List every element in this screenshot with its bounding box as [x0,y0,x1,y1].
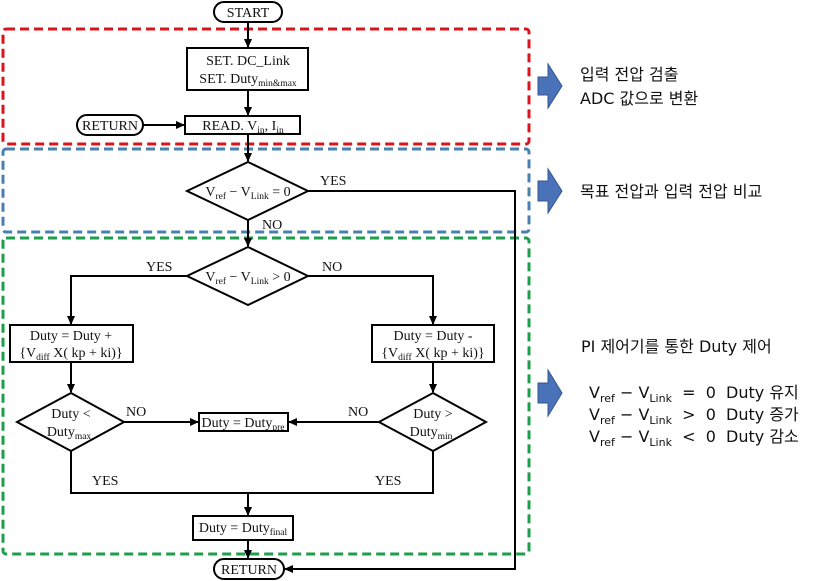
decision-min-no-label: NO [348,405,368,420]
row-text: − V [615,427,650,446]
start-label: START [227,6,270,21]
decrease-line1: Duty = Duty - [393,329,472,344]
row-text: − V [615,383,650,402]
tail: = 0 [269,185,291,200]
row-text: V [589,383,600,402]
duty-final-box: Duty = Dutyfinal [192,515,294,541]
set-duty-sub: min&max [258,79,297,89]
row-text: > 0 [672,405,716,424]
part-a: {V [381,346,398,361]
set-dc-link-label: SET. DC_Link [206,54,290,69]
v: V [205,185,215,200]
subscript: ref [600,436,616,449]
start-terminal: START [213,1,283,23]
read-main: READ. V [202,119,257,134]
read-mid: , I [265,119,277,134]
row-text: Duty 유지 [716,383,799,402]
duty-increase-box: Duty = Duty + {Vdiff X( kp + ki)} [9,324,134,363]
main: Duty = Duty [201,416,272,431]
subscript: Link [649,436,672,449]
part-a: {V [19,346,36,361]
increase-line1: Duty = Duty + [30,329,112,344]
sub-max: max [75,432,92,442]
connector-no-right [308,275,437,325]
decision-greater-no-label: NO [322,260,342,275]
increase-line2: {Vdiff X( kp + ki)} [19,346,122,363]
decision-duty-min: Duty > Dutymin [376,391,489,453]
connector-yes-left [67,275,187,325]
annotation-input-detection: 입력 전압 검출 ADC 값으로 변환 [580,65,698,108]
set-process-box: SET. DC_Link SET. Dutymin&max [186,47,309,91]
row-text: = 0 [672,383,716,402]
decision-max-yes-label: YES [92,474,118,489]
control-title: PI 제어기를 통한 Duty 제어 [581,337,772,356]
subscript: ref [600,392,616,405]
part-b: X( kp + ki)} [412,346,485,361]
duty-decrease-box: Duty = Duty - {Vdiff X( kp + ki)} [371,324,495,363]
row-text: − V [615,405,650,424]
control-condition-row: Vref − VLink < 0 Duty 감소 [589,427,799,449]
input-line1: 입력 전압 검출 [580,65,679,84]
subscript: Link [649,414,672,427]
annotation-voltage-compare: 목표 전압과 입력 전압 비교 [580,182,762,201]
sub-link: Link [251,192,269,202]
decision-duty-max: Duty < Dutymax [14,391,127,453]
annotation-duty-control: PI 제어기를 통한 Duty 제어 Vref − VLink = 0 Duty… [581,337,799,449]
read-sub-iin: in [276,126,284,136]
arrow-right-icon [537,368,563,418]
sub-diff: diff [398,352,412,363]
row-text: Duty 증가 [716,405,799,424]
return-left-label: RETURN [82,119,138,134]
decision-greater-yes-label: YES [146,260,172,275]
min-line1: Duty > [413,407,453,422]
decrease-line2: {Vdiff X( kp + ki)} [381,346,484,363]
flowchart-diagram: START SET. DC_Link SET. Dutymin&max RETU… [1,1,799,580]
tail: > 0 [269,270,291,285]
decision-equal-zero: Vref − VLink = 0 [184,160,311,222]
op: − V [226,185,251,200]
return-end-terminal: RETURN [213,558,285,580]
sub-final: final [270,527,288,538]
decision-max-no-label: NO [126,405,146,420]
sub-diff: diff [36,352,50,363]
control-condition-row: Vref − VLink = 0 Duty 유지 [589,383,799,405]
return-end-label: RETURN [221,563,277,578]
compare-line1: 목표 전압과 입력 전압 비교 [580,182,762,201]
arrow-right-icon [537,167,563,215]
connector-yes-bypass [284,190,516,573]
decision-min-yes-label: YES [375,474,401,489]
decision-greater-zero: Vref − VLink > 0 [184,245,311,307]
subscript: ref [600,414,616,427]
sub-link: Link [251,277,269,287]
part-b: X( kp + ki)} [50,346,123,361]
duty: Duty [47,425,75,440]
sub-pre: pre [272,423,284,433]
decision-equal-no-label: NO [262,218,282,233]
set-duty-main: SET. Duty [199,72,258,87]
row-text: V [589,427,600,446]
arrow-right-icon [537,62,563,110]
row-text: Duty 감소 [716,427,799,446]
read-process-box: READ. Vin, Iin [184,115,301,136]
prev-label: Duty = Dutypre [201,416,284,433]
input-line2: ADC 값으로 변환 [580,89,698,108]
duty-previous-box: Duty = Dutypre [198,412,289,433]
max-line1: Duty < [51,407,91,422]
op: − V [226,270,251,285]
return-left-terminal: RETURN [76,114,144,136]
duty: Duty [410,425,438,440]
read-label: READ. Vin, Iin [202,119,284,136]
sub-min: min [438,432,453,442]
decision-equal-yes-label: YES [320,174,346,189]
row-text: < 0 [672,427,716,446]
main: Duty = Duty [199,521,270,536]
row-text: V [589,405,600,424]
v: V [205,270,215,285]
subscript: Link [649,392,672,405]
control-condition-row: Vref − VLink > 0 Duty 증가 [589,405,799,427]
